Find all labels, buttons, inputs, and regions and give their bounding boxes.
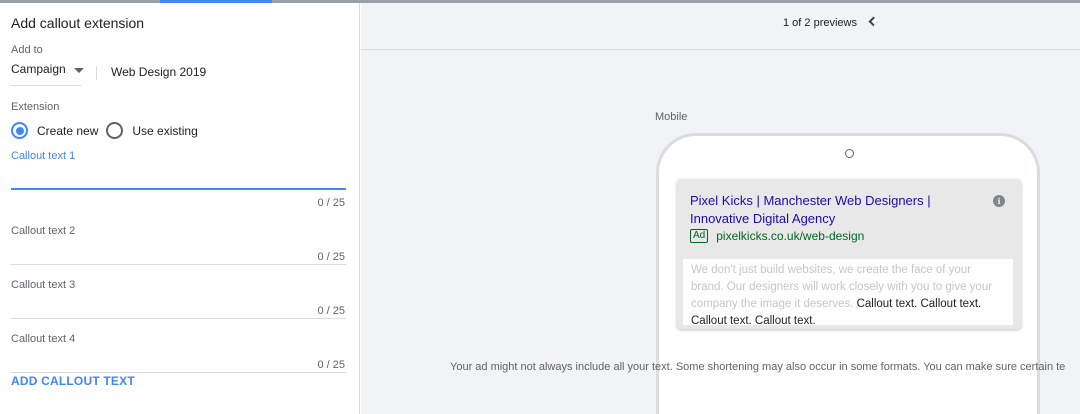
preview-disclaimer: Your ad might not always include all you… bbox=[450, 361, 1066, 373]
callout-field-3: Callout text 3 bbox=[11, 279, 346, 319]
extension-label: Extension bbox=[11, 101, 60, 113]
radio-create-new-label[interactable]: Create new bbox=[37, 124, 98, 138]
preview-count: 1 of 2 previews bbox=[783, 17, 857, 29]
callout-input-4[interactable] bbox=[11, 347, 346, 369]
callout-input-3[interactable] bbox=[11, 293, 346, 315]
callout-field-4-label: Callout text 4 bbox=[11, 333, 76, 345]
divider bbox=[96, 66, 97, 80]
callout-field-2: Callout text 2 bbox=[11, 225, 346, 265]
info-icon[interactable]: i bbox=[993, 195, 1005, 207]
ad-headline[interactable]: Pixel Kicks | Manchester Web Designers |… bbox=[690, 192, 970, 228]
callout-field-3-underline bbox=[11, 318, 346, 319]
extension-radio-group: Create new Use existing bbox=[11, 122, 206, 139]
callout-field-1-underline bbox=[11, 188, 346, 190]
radio-use-existing[interactable] bbox=[106, 122, 124, 139]
preview-panel: 1 of 2 previews Mobile Pixel Kicks | Man… bbox=[361, 3, 1080, 414]
device-label: Mobile bbox=[655, 111, 688, 123]
callout-counter-2: 0 / 25 bbox=[317, 251, 345, 263]
callout-field-2-underline bbox=[11, 264, 346, 265]
add-callout-text-button[interactable]: ADD CALLOUT TEXT bbox=[11, 374, 135, 388]
radio-use-existing-label[interactable]: Use existing bbox=[132, 124, 197, 138]
campaign-name: Web Design 2019 bbox=[111, 65, 207, 79]
callout-field-4: Callout text 4 bbox=[11, 333, 346, 373]
callout-field-1: Callout text 1 bbox=[11, 150, 346, 190]
callout-counter-1: 0 / 25 bbox=[317, 197, 345, 209]
callout-field-2-label: Callout text 2 bbox=[11, 225, 76, 237]
caret-down-icon bbox=[73, 68, 84, 73]
callout-editor-panel: Add callout extension Add to Campaign We… bbox=[0, 3, 360, 414]
ad-url-row: Ad pixelkicks.co.uk/web-design bbox=[690, 229, 864, 243]
callout-field-4-underline bbox=[11, 372, 346, 373]
next-preview-button[interactable] bbox=[894, 15, 912, 33]
radio-create-new[interactable] bbox=[11, 122, 28, 139]
ad-display-url: pixelkicks.co.uk/web-design bbox=[716, 229, 865, 243]
ad-description-box: We don't just build websites, we create … bbox=[683, 259, 1013, 327]
level-dropdown-value: Campaign bbox=[11, 62, 66, 76]
panel-title: Add callout extension bbox=[11, 15, 145, 31]
previous-preview-button[interactable] bbox=[867, 15, 885, 33]
callout-field-3-label: Callout text 3 bbox=[11, 279, 76, 291]
add-to-label: Add to bbox=[11, 44, 43, 56]
chevron-left-icon bbox=[868, 16, 879, 27]
callout-counter-3: 0 / 25 bbox=[317, 305, 345, 317]
callout-input-2[interactable] bbox=[11, 239, 346, 261]
callout-counter-4: 0 / 25 bbox=[317, 359, 345, 371]
ad-badge: Ad bbox=[690, 229, 709, 243]
level-dropdown[interactable]: Campaign bbox=[11, 62, 84, 86]
camera-icon bbox=[845, 149, 854, 158]
callout-input-1[interactable] bbox=[11, 164, 346, 186]
preview-toolbar: 1 of 2 previews bbox=[361, 3, 1080, 50]
callout-field-1-label: Callout text 1 bbox=[11, 150, 76, 162]
ad-preview-card: Pixel Kicks | Manchester Web Designers |… bbox=[677, 179, 1021, 329]
